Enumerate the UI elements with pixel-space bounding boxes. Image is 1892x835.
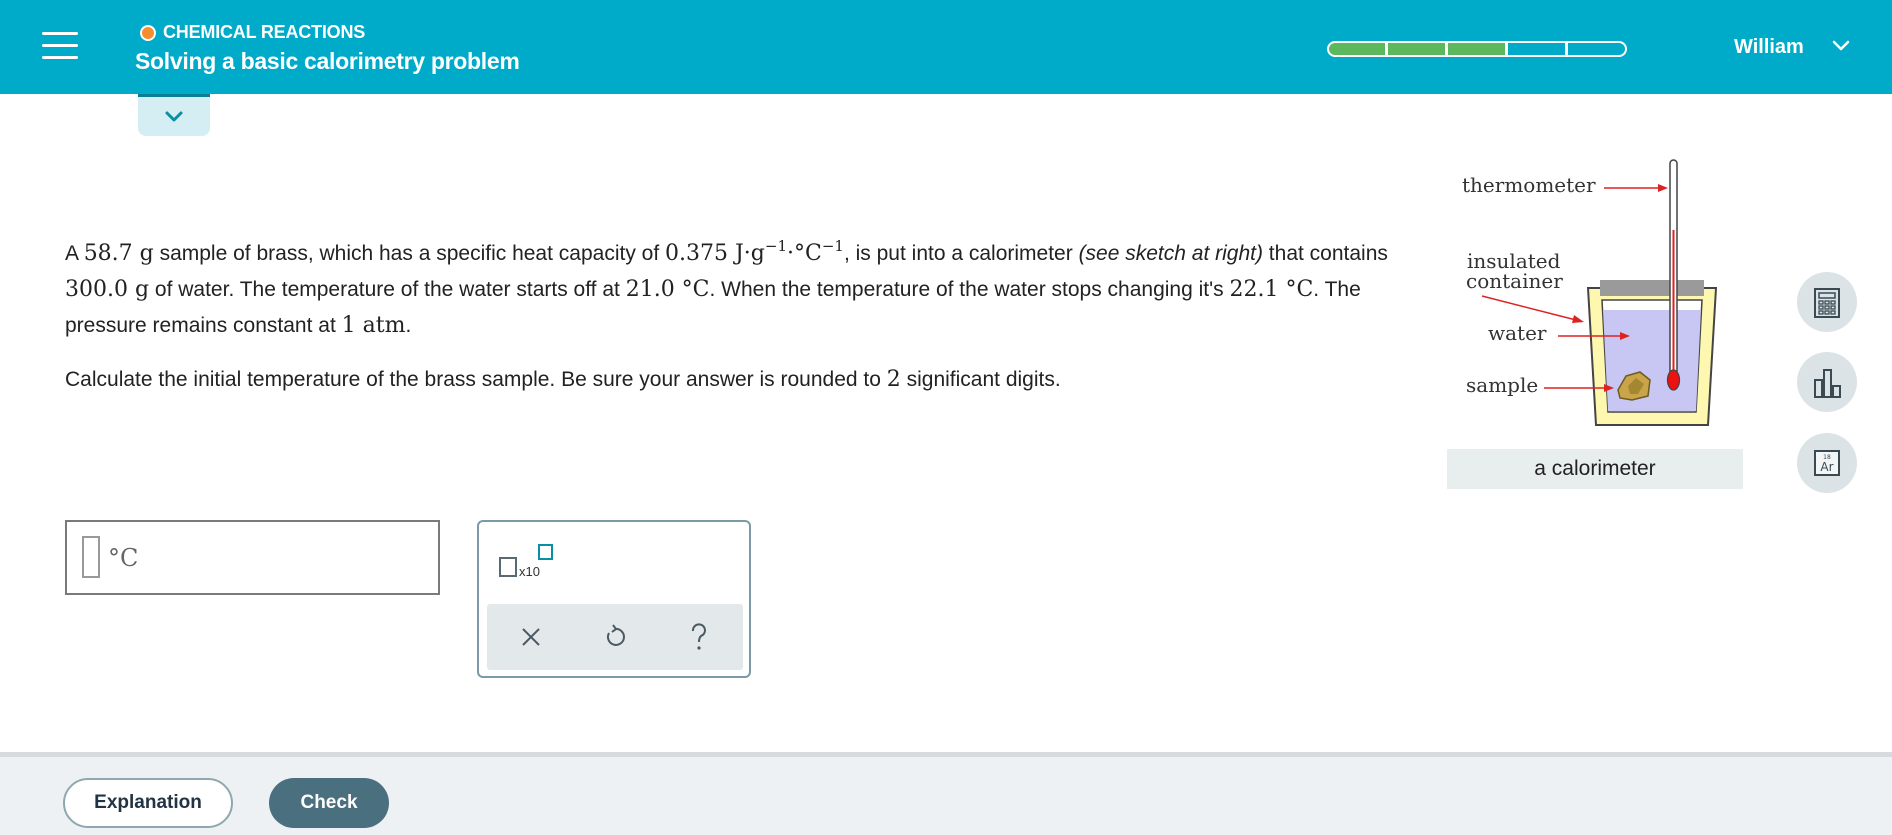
hamburger-menu-icon[interactable] bbox=[42, 32, 78, 62]
help-button[interactable] bbox=[679, 617, 719, 657]
specific-heat-value: 0.375 J·g−1·°C−1 bbox=[665, 237, 844, 267]
scientific-notation-button[interactable]: x10 bbox=[499, 544, 555, 584]
chevron-down-icon bbox=[165, 111, 183, 122]
see-sketch-note: (see sketch at right) bbox=[1078, 242, 1263, 265]
topic-status-dot bbox=[140, 24, 156, 41]
question-mark-icon bbox=[691, 623, 706, 650]
math-tool-panel: x10 bbox=[477, 520, 751, 678]
periodic-table-button[interactable]: 18 Ar bbox=[1797, 433, 1857, 493]
progress-segment bbox=[1387, 41, 1447, 57]
progress-segment bbox=[1447, 41, 1507, 57]
calorimeter-sketch: thermometer insulated container water sa… bbox=[1440, 150, 1750, 490]
answer-entry-box[interactable] bbox=[82, 536, 100, 578]
close-icon bbox=[522, 628, 540, 646]
panel-action-bar bbox=[487, 604, 743, 670]
calculator-icon bbox=[1814, 288, 1840, 318]
progress-segment bbox=[1507, 41, 1567, 57]
answer-unit: °C bbox=[108, 544, 139, 572]
explanation-button[interactable]: Explanation bbox=[63, 778, 233, 828]
undo-icon bbox=[606, 624, 625, 646]
water-start-temperature: 21.0 °C bbox=[625, 277, 710, 302]
bar-chart-icon bbox=[1814, 369, 1841, 398]
topic-breadcrumb: CHEMICAL REACTIONS bbox=[140, 22, 365, 43]
periodic-element-icon: 18 Ar bbox=[1814, 450, 1840, 476]
question-text: Calculate the initial temperature of the… bbox=[65, 367, 1061, 392]
data-chart-button[interactable] bbox=[1797, 352, 1857, 412]
container-label: container bbox=[1466, 269, 1563, 293]
progress-bar bbox=[1327, 41, 1627, 57]
water-mass: 300.0 g bbox=[65, 277, 150, 302]
clear-button[interactable] bbox=[511, 617, 551, 657]
topic-label: CHEMICAL REACTIONS bbox=[163, 22, 366, 42]
pressure-value: 1 atm bbox=[341, 313, 406, 338]
top-bar: CHEMICAL REACTIONS Solving a basic calor… bbox=[0, 0, 1892, 94]
brass-mass: 58.7 g bbox=[83, 241, 154, 266]
thermometer-label: thermometer bbox=[1462, 173, 1596, 197]
lid bbox=[1600, 280, 1704, 296]
figure-caption: a calorimeter bbox=[1447, 449, 1743, 489]
collapse-toggle[interactable] bbox=[138, 94, 210, 136]
page-title: Solving a basic calorimetry problem bbox=[135, 48, 520, 74]
water-label: water bbox=[1488, 321, 1547, 345]
water-final-temperature: 22.1 °C bbox=[1229, 277, 1314, 302]
significant-digits: 2 bbox=[886, 367, 901, 392]
svg-text:Ar: Ar bbox=[1820, 460, 1833, 474]
undo-button[interactable] bbox=[595, 617, 635, 657]
check-button[interactable]: Check bbox=[269, 778, 389, 828]
progress-segment bbox=[1327, 41, 1387, 57]
water-fill bbox=[1603, 310, 1701, 411]
answer-input[interactable]: °C bbox=[65, 520, 440, 595]
problem-statement: A 58.7 g sample of brass, which has a sp… bbox=[65, 237, 1388, 339]
progress-segment bbox=[1567, 41, 1627, 57]
sample-label: sample bbox=[1466, 373, 1538, 397]
calculator-button[interactable] bbox=[1797, 272, 1857, 332]
chevron-down-icon[interactable] bbox=[1831, 36, 1851, 56]
user-name[interactable]: William bbox=[1734, 36, 1804, 59]
